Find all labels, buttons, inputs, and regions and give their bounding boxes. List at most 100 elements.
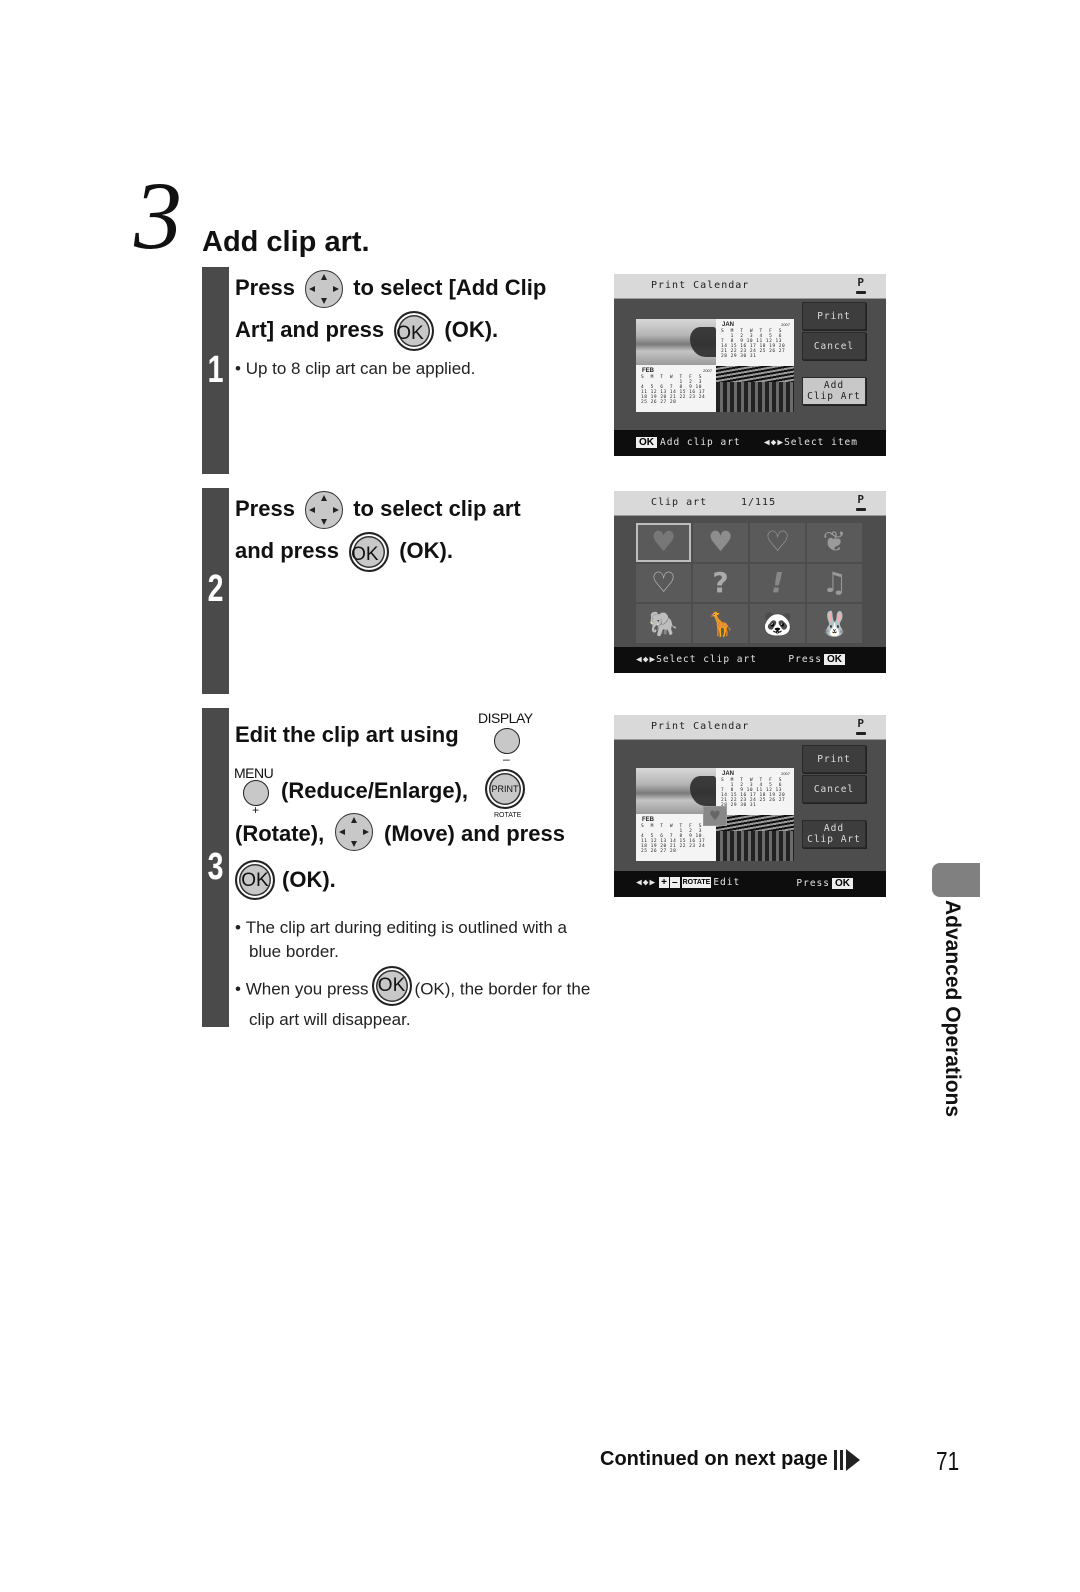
step-number: 1 [207,349,224,391]
side-tab-label: Advanced Operations [941,900,964,1118]
month-label: FEB [642,368,654,374]
cancel-button[interactable]: Cancel [802,775,866,803]
ok-button-icon: OK [371,966,412,1006]
printer-icon: P [856,717,866,735]
screen-header: Print Calendar P [614,715,886,740]
continue-arrow-icon [833,1448,860,1471]
instruction-text: Art] and press [235,317,385,342]
month-label: JAN [722,322,735,328]
instruction-text: (OK). [444,317,499,342]
arrows-icon: ◀◆▶ [636,654,657,665]
plus-chip: + [659,877,670,888]
cancel-button[interactable]: Cancel [802,332,866,360]
note: • Up to 8 clip art can be applied. [235,359,476,379]
clip-rabbit[interactable]: 🐰 [807,604,862,643]
clip-elephant[interactable]: 🐘 [636,604,691,643]
section-number: 3 [134,162,182,269]
continued-text: Continued on next page [600,1448,828,1470]
screen-print-calendar: Print Calendar P JAN 2007 S M T W T F S … [614,274,886,456]
note: • When you press OK (OK), the border for t… [235,966,602,1034]
instruction-text: to select clip art [353,496,521,521]
calendar-jan: JAN 2007 S M T W T F S 1 2 3 4 5 6 7 8 9… [716,768,794,815]
clip-heart-glossy[interactable]: ♥ [636,523,691,562]
calendar-preview: JAN 2007 S M T W T F S 1 2 3 4 5 6 7 8 9… [636,768,794,861]
calendar-grid: S M T W T F S 1 2 3 4 5 6 7 8 9 10 11 12… [721,778,786,808]
month-label: FEB [642,817,654,823]
screen-header: Clip art 1/115 P [614,491,886,516]
ok-button-icon: OK [235,860,275,900]
screen-title: Print Calendar [651,721,750,732]
instruction-text: (OK). [282,867,336,892]
note: • The clip art during editing is outline… [235,918,567,961]
clip-question-mark[interactable]: ? [693,563,748,603]
instruction-text: to select [Add Clip [353,275,547,300]
ok-chip: OK [636,437,657,448]
menu-label: MENU [234,765,274,781]
year-label: 2007 [781,771,790,776]
print-button[interactable]: Print [802,302,866,330]
step-instruction: Edit the clip art using DISPLAY – MENU +… [234,708,602,900]
screen-clip-art: Clip art 1/115 P ♥ ♥ ♡ ❦ ♡ ? ! ♫ 🐘 🦒 🐼 🐰… [614,491,886,673]
section-title: Add clip art. [202,226,370,258]
screen-footer: ◀◆▶Select clip art Press OK [614,647,886,673]
step-2: 2 Press to select clip art and press OK … [202,488,602,694]
rotate-chip: ROTATE [681,877,712,888]
instruction-text: (Rotate), [235,821,325,846]
note-text: When you press [245,979,369,999]
instruction-text: Press [235,496,295,521]
printer-icon: P [856,493,866,511]
arrows-icon: ◀◆▶ [763,437,785,448]
instruction-text: Edit the clip art using [235,722,459,747]
step-3: 3 Edit the clip art using DISPLAY – MENU… [202,708,602,1029]
clip-hearts-three[interactable]: ❦ [807,523,862,562]
clip-panda[interactable]: 🐼 [750,604,805,643]
screen-header: Print Calendar P [614,274,886,299]
instruction-text: (OK). [399,538,453,563]
print-button[interactable]: Print [802,745,866,773]
instruction-text: (Move) and press [384,821,565,846]
screen-title: Print Calendar [651,280,750,291]
clip-art-heart-placed[interactable]: ♥ [703,806,727,826]
clip-heart-dotted[interactable]: ♡ [636,563,691,603]
calendar-grid: S M T W T F S 1 2 3 4 5 6 7 8 9 10 11 12… [641,375,706,405]
clip-art-grid: ♥ ♥ ♡ ❦ ♡ ? ! ♫ 🐘 🦒 🐼 🐰 [636,523,862,643]
minus-chip: – [670,877,680,888]
dpad-icon [305,270,344,309]
clip-heart-outline[interactable]: ♡ [750,523,805,562]
add-clip-art-button[interactable]: Add Clip Art [802,820,866,848]
step-1: 1 Press to select [Add Clip Art] and pre… [202,267,602,474]
screen-edit-clip-art: Print Calendar P JAN 2007 S M T W T F S … [614,715,886,897]
step-instruction: Press to select clip art and press OK (O… [235,488,602,573]
ok-button-icon: OK [394,311,435,352]
instruction-text: Press [235,275,295,300]
calendar-grid: S M T W T F S 1 2 3 4 5 6 7 8 9 10 11 12… [641,824,706,854]
ok-button-icon: OK [349,532,390,573]
clip-music-notes[interactable]: ♫ [807,563,862,603]
ok-chip: OK [824,654,845,665]
footer-hint: Select clip art [656,654,757,665]
calendar-jan: JAN 2007 S M T W T F S 1 2 3 4 5 6 7 8 9… [716,319,794,366]
photo-building [716,815,794,861]
calendar-preview: JAN 2007 S M T W T F S 1 2 3 4 5 6 7 8 9… [636,319,794,412]
photo-building [716,366,794,412]
clip-giraffe[interactable]: 🦒 [693,604,748,643]
footer-hint: Add clip art [660,437,741,448]
screen-footer: OK Add clip art ◀◆▶Select item [614,430,886,456]
footer-hint: Edit [713,877,741,888]
step-number: 3 [207,846,224,888]
footer-hint: Press [788,654,822,665]
clip-exclamation-mark[interactable]: ! [750,563,805,603]
step-number: 2 [207,568,224,610]
print-button-icon: PRINT [485,769,525,809]
instruction-text: (Reduce/Enlarge), [281,778,469,803]
ok-chip: OK [832,878,853,889]
add-clip-art-button[interactable]: Add Clip Art [802,377,866,405]
calendar-grid: S M T W T F S 1 2 3 4 5 6 7 8 9 10 11 12… [721,329,786,359]
screen-footer: ◀◆▶ + – ROTATE Edit Press OK [614,871,886,897]
clip-heart-solid[interactable]: ♥ [693,523,748,562]
printer-icon: P [856,276,866,294]
photo-landscape [636,319,716,365]
year-label: 2007 [781,322,790,327]
year-label: 2007 [703,368,712,373]
side-tab-marker [932,863,980,897]
